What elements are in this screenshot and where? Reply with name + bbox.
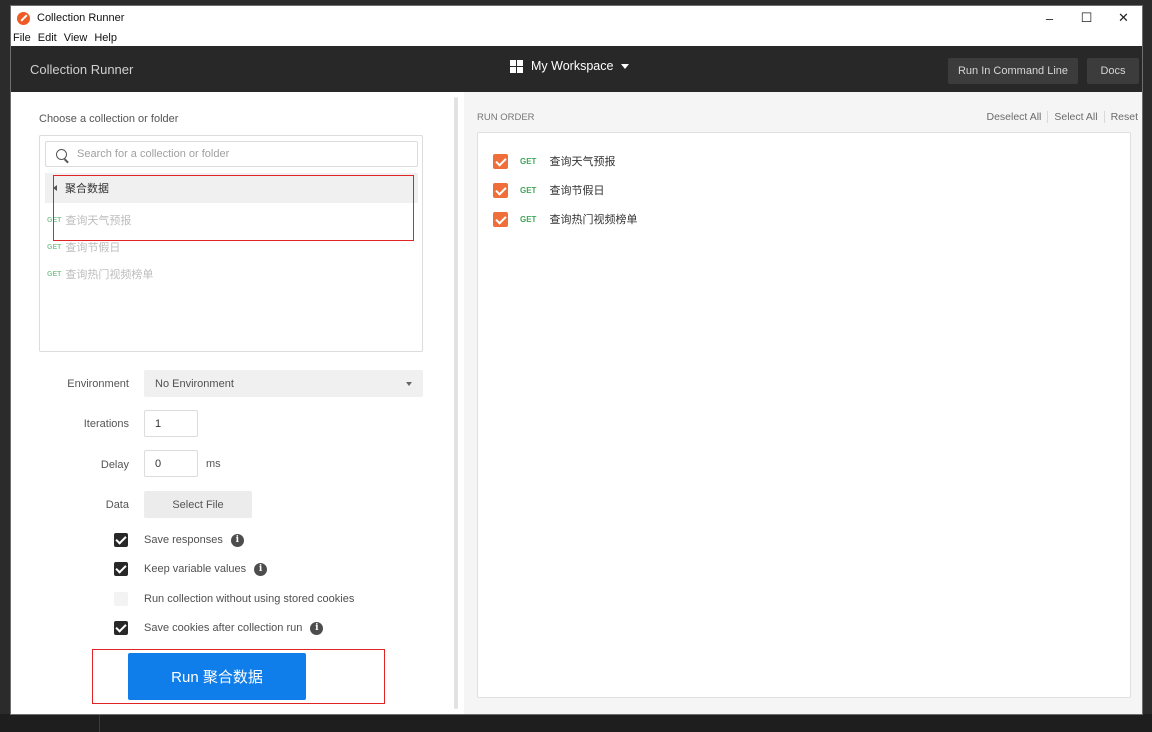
option-no-stored-cookies[interactable]: Run collection without using stored cook… (114, 592, 354, 606)
checkbox-checked[interactable] (114, 621, 128, 635)
window-title: Collection Runner (37, 12, 125, 24)
option-label: Save cookies after collection run (144, 622, 303, 634)
chevron-down-icon (621, 63, 630, 69)
run-order-item[interactable]: GET 查询节假日 (493, 182, 604, 198)
run-in-command-line-button[interactable]: Run In Command Line (948, 58, 1078, 84)
run-order-pane: RUN ORDER Deselect All Select All Reset … (464, 92, 1142, 714)
close-button[interactable]: ✕ (1105, 6, 1142, 30)
request-method: GET (520, 185, 537, 195)
iterations-label: Iterations (83, 418, 129, 430)
environment-label: Environment (67, 378, 129, 390)
option-label: Save responses (144, 534, 223, 546)
highlight-box-folder (53, 175, 414, 241)
environment-value: No Environment (155, 377, 234, 390)
delay-unit: ms (206, 458, 221, 470)
postman-logo-icon (17, 11, 30, 25)
request-method: GET (520, 214, 537, 224)
minimize-button[interactable]: – (1031, 6, 1068, 30)
option-keep-variable-values[interactable]: Keep variable values i (114, 562, 268, 576)
menu-file[interactable]: File (13, 32, 31, 44)
environment-select[interactable]: No Environment (144, 370, 423, 397)
workspace-dropdown[interactable]: My Workspace (510, 59, 630, 73)
list-item: GET 查询节假日 (47, 239, 120, 255)
info-icon[interactable]: i (254, 562, 268, 576)
checkbox-checked[interactable] (493, 182, 508, 198)
info-icon[interactable]: i (230, 533, 244, 547)
request-method: GET (47, 243, 62, 251)
request-name: 查询天气预报 (549, 156, 616, 168)
title-bar: Collection Runner – ☐ ✕ (11, 6, 1142, 30)
request-method: GET (47, 270, 62, 278)
search-icon (56, 148, 67, 160)
app-header: Collection Runner My Workspace Run In Co… (11, 46, 1142, 92)
reset-link[interactable]: Reset (1105, 111, 1138, 123)
run-order-item[interactable]: GET 查询热门视频榜单 (493, 211, 637, 227)
deselect-all-link[interactable]: Deselect All (981, 111, 1049, 123)
menu-view[interactable]: View (64, 32, 88, 44)
collection-search[interactable] (45, 141, 418, 167)
left-pane-scrollbar[interactable] (454, 97, 458, 709)
request-name: 查询节假日 (549, 185, 605, 197)
request-name: 查询热门视频榜单 (65, 269, 154, 281)
background-editor-gutter (0, 0, 10, 732)
run-order-actions: Deselect All Select All Reset (981, 111, 1138, 123)
search-input[interactable] (77, 148, 397, 160)
list-item: GET 查询热门视频榜单 (47, 266, 153, 282)
request-name: 查询热门视频榜单 (549, 214, 638, 226)
checkbox-checked[interactable] (493, 153, 508, 169)
delay-input[interactable]: 0 (144, 450, 198, 477)
window-controls: – ☐ ✕ (1031, 6, 1142, 30)
delay-label: Delay (100, 459, 129, 471)
checkbox-unchecked[interactable] (114, 592, 128, 606)
run-order-title: RUN ORDER (477, 112, 535, 123)
select-all-link[interactable]: Select All (1048, 111, 1105, 123)
docs-button[interactable]: Docs (1087, 58, 1139, 84)
request-method: GET (520, 156, 537, 166)
menu-help[interactable]: Help (94, 32, 117, 44)
checkbox-checked[interactable] (493, 211, 508, 227)
info-icon[interactable]: i (310, 621, 324, 635)
caret-down-icon (406, 382, 412, 386)
workspace-grid-icon (510, 59, 523, 73)
checkbox-checked[interactable] (114, 562, 128, 576)
menu-edit[interactable]: Edit (38, 32, 57, 44)
app-window: Collection Runner – ☐ ✕ File Edit View H… (10, 5, 1143, 715)
option-label: Run collection without using stored cook… (144, 593, 355, 605)
run-order-item[interactable]: GET 查询天气预报 (493, 153, 615, 169)
request-name: 查询节假日 (65, 242, 121, 254)
option-label: Keep variable values (144, 563, 247, 575)
iterations-input[interactable]: 1 (144, 410, 198, 437)
background-editor-strip (0, 714, 1152, 732)
data-label: Data (105, 499, 129, 511)
select-file-button[interactable]: Select File (144, 491, 252, 518)
runner-config-pane: Choose a collection or folder 聚合数据 GET 查… (11, 92, 452, 714)
menu-bar: File Edit View Help (11, 30, 1142, 46)
option-save-cookies[interactable]: Save cookies after collection run i (114, 621, 324, 635)
header-title: Collection Runner (30, 61, 134, 77)
collection-browser: 聚合数据 GET 查询天气预报 GET 查询节假日 GET 查询热门视频榜单 (39, 135, 423, 352)
choose-collection-label: Choose a collection or folder (39, 113, 179, 125)
workspace-label: My Workspace (531, 59, 614, 73)
checkbox-checked[interactable] (114, 533, 128, 547)
option-save-responses[interactable]: Save responses i (114, 533, 244, 547)
highlight-box-run (92, 649, 385, 704)
maximize-button[interactable]: ☐ (1068, 6, 1105, 30)
